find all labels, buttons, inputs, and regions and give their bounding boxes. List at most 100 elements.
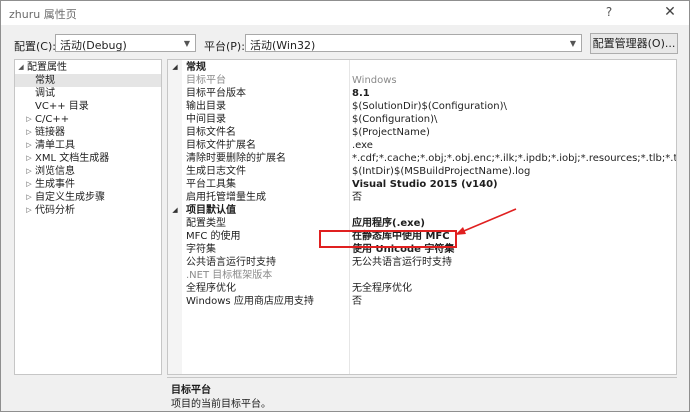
tree-expand-icon[interactable]: ▷	[25, 126, 33, 139]
tree-item[interactable]: ▷ XML 文档生成器	[15, 152, 161, 165]
property-value[interactable]: 应用程序(.exe)	[352, 217, 425, 230]
tree-collapse-icon[interactable]: ◢	[17, 61, 25, 74]
property-row[interactable]: 清除时要删除的扩展名 *.cdf;*.cache;*.obj;*.obj.enc;…	[168, 152, 676, 165]
property-pages-dialog: zhuru 属性页 ? ✕ 配置(C): 活动(Debug) ▼ 平台(P): …	[0, 0, 690, 412]
property-name: 目标平台版本	[186, 88, 246, 99]
property-tree: ◢ 配置属性 常规 调试 VC++ 目录 ▷ C/C++ ▷ 链接器 ▷ 清单工具 ▷ XML 文档生成…	[14, 59, 162, 375]
tree-item-label: 配置属性	[27, 62, 67, 73]
property-row[interactable]: 平台工具集 Visual Studio 2015 (v140)	[168, 178, 676, 191]
tree-item[interactable]: VC++ 目录	[15, 100, 161, 113]
description-title: 目标平台	[171, 385, 211, 396]
property-value[interactable]: .exe	[352, 139, 373, 152]
property-row[interactable]: 目标文件扩展名 .exe	[168, 139, 676, 152]
tree-item-label: VC++ 目录	[35, 101, 89, 112]
tree-item-label: 调试	[35, 88, 55, 99]
property-name: 中间目录	[186, 114, 226, 125]
grid-category[interactable]: ◢ 项目默认值	[168, 204, 676, 217]
property-row[interactable]: Windows 应用商店应用支持 否	[168, 295, 676, 308]
grid-category-title: 项目默认值	[186, 205, 236, 216]
tree-item[interactable]: ▷ 链接器	[15, 126, 161, 139]
annotation-arrow	[455, 208, 517, 235]
collapse-icon[interactable]: ◢	[171, 204, 179, 217]
property-row[interactable]: 目标平台 Windows	[168, 74, 676, 87]
help-icon[interactable]: ?	[601, 5, 617, 21]
property-name: 公共语言运行时支持	[186, 257, 276, 268]
grid-category-title: 常规	[186, 62, 206, 73]
property-value[interactable]: 否	[352, 295, 362, 308]
tree-expand-icon[interactable]: ▷	[25, 139, 33, 152]
property-value[interactable]: $(Configuration)\	[352, 113, 437, 126]
property-name: 目标文件扩展名	[186, 140, 256, 151]
tree-expand-icon[interactable]: ▷	[25, 152, 33, 165]
tree-expand-icon[interactable]: ▷	[25, 178, 33, 191]
property-value[interactable]: 无公共语言运行时支持	[352, 256, 452, 269]
property-value[interactable]: Visual Studio 2015 (v140)	[352, 178, 498, 191]
tree-item[interactable]: ▷ 代码分析	[15, 204, 161, 217]
close-icon[interactable]: ✕	[661, 4, 679, 22]
property-value[interactable]: 8.1	[352, 87, 370, 100]
tree-expand-icon[interactable]: ▷	[25, 165, 33, 178]
tree-item[interactable]: ▷ 清单工具	[15, 139, 161, 152]
tree-item[interactable]: ▷ 浏览信息	[15, 165, 161, 178]
property-row[interactable]: 启用托管增量生成 否	[168, 191, 676, 204]
platform-select[interactable]: 活动(Win32) ▼	[245, 34, 582, 52]
property-name: 目标平台	[186, 75, 226, 86]
property-value[interactable]: 无全程序优化	[352, 282, 412, 295]
collapse-icon[interactable]: ◢	[171, 61, 179, 74]
property-row[interactable]: 中间目录 $(Configuration)\	[168, 113, 676, 126]
title-bar: zhuru 属性页 ? ✕	[1, 1, 689, 25]
property-value[interactable]: *.cdf;*.cache;*.obj;*.obj.enc;*.ilk;*.ip…	[352, 152, 676, 165]
property-row[interactable]: 目标平台版本 8.1	[168, 87, 676, 100]
property-value[interactable]: $(SolutionDir)$(Configuration)\	[352, 100, 507, 113]
property-row[interactable]: 输出目录 $(SolutionDir)$(Configuration)\	[168, 100, 676, 113]
property-value[interactable]: Windows	[352, 74, 397, 87]
tree-item[interactable]: ◢ 配置属性	[15, 61, 161, 74]
property-row[interactable]: .NET 目标框架版本	[168, 269, 676, 282]
property-value[interactable]: $(ProjectName)	[352, 126, 430, 139]
property-row[interactable]: 配置类型 应用程序(.exe)	[168, 217, 676, 230]
property-name: Windows 应用商店应用支持	[186, 296, 314, 307]
tree-item[interactable]: 调试	[15, 87, 161, 100]
property-value[interactable]: 否	[352, 191, 362, 204]
property-name: .NET 目标框架版本	[186, 270, 273, 281]
tree-item[interactable]: ▷ 生成事件	[15, 178, 161, 191]
tree-item-label: 自定义生成步骤	[35, 192, 105, 203]
tree-item[interactable]: ▷ 自定义生成步骤	[15, 191, 161, 204]
tree-item-label: 代码分析	[35, 205, 75, 216]
description-text: 项目的当前目标平台。	[171, 399, 271, 410]
chevron-down-icon: ▼	[183, 39, 191, 48]
configuration-manager-button[interactable]: 配置管理器(O)...	[590, 33, 678, 54]
tree-item-label: 生成事件	[35, 179, 75, 190]
annotation-highlight-box	[319, 230, 457, 248]
property-name: 清除时要删除的扩展名	[186, 153, 286, 164]
description-panel: 目标平台 项目的当前目标平台。	[167, 377, 677, 411]
property-name: 配置类型	[186, 218, 226, 229]
tree-expand-icon[interactable]: ▷	[25, 204, 33, 217]
tree-item[interactable]: 常规	[15, 74, 161, 87]
property-value[interactable]: $(IntDir)$(MSBuildProjectName).log	[352, 165, 530, 178]
tree-item[interactable]: ▷ C/C++	[15, 113, 161, 126]
tree-item-label: 清单工具	[35, 140, 75, 151]
configuration-select[interactable]: 活动(Debug) ▼	[55, 34, 196, 52]
property-name: 全程序优化	[186, 283, 236, 294]
property-row[interactable]: 生成日志文件 $(IntDir)$(MSBuildProjectName).log	[168, 165, 676, 178]
property-name: 启用托管增量生成	[186, 192, 266, 203]
property-row[interactable]: 公共语言运行时支持 无公共语言运行时支持	[168, 256, 676, 269]
platform-label: 平台(P):	[204, 40, 245, 53]
grid-category[interactable]: ◢ 常规	[168, 61, 676, 74]
property-row[interactable]: 全程序优化 无全程序优化	[168, 282, 676, 295]
annotation-arrow-head	[455, 227, 466, 235]
chevron-down-icon: ▼	[569, 39, 577, 48]
tree-item-label: C/C++	[35, 114, 70, 125]
platform-value: 活动(Win32)	[250, 39, 316, 52]
tree-expand-icon[interactable]: ▷	[25, 191, 33, 204]
annotation-arrow-line	[458, 208, 517, 234]
property-name: 字符集	[186, 244, 216, 255]
tree-expand-icon[interactable]: ▷	[25, 113, 33, 126]
configuration-toolbar: 配置(C): 活动(Debug) ▼ 平台(P): 活动(Win32) ▼ 配置…	[1, 29, 689, 57]
property-grid: ◢ 常规目标平台 Windows 目标平台版本 8.1 输出目录 $(SolutionDir…	[167, 59, 677, 375]
tree-item-label: 链接器	[35, 127, 65, 138]
window-title: zhuru 属性页	[9, 8, 77, 21]
property-row[interactable]: 目标文件名 $(ProjectName)	[168, 126, 676, 139]
tree-item-label: XML 文档生成器	[35, 153, 110, 164]
